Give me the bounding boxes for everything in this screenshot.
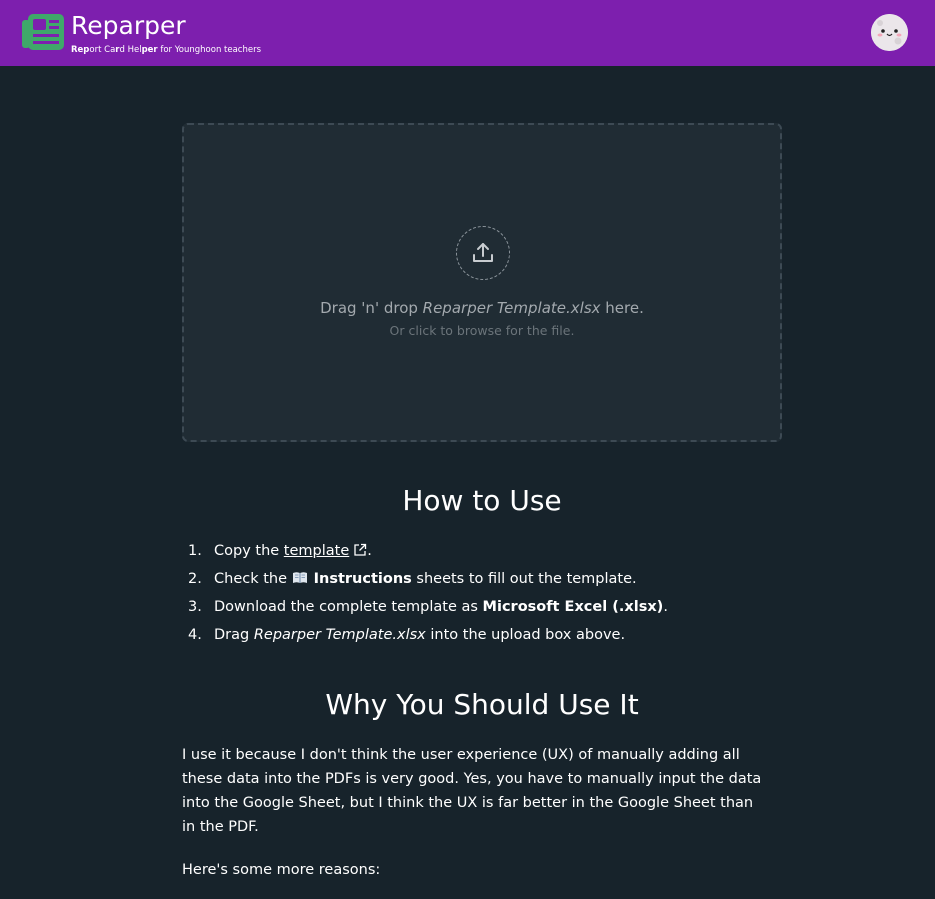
kawaii-face-avatar-icon[interactable] xyxy=(871,14,908,51)
step-text: Copy the xyxy=(214,543,284,559)
template-link-label[interactable]: template xyxy=(284,543,349,559)
step-text: Download the complete template as xyxy=(214,599,483,615)
step-text: Check the xyxy=(214,571,292,587)
reasons-intro: Here's some more reasons: xyxy=(182,862,381,878)
step-text-end: into the upload box above. xyxy=(425,627,626,643)
step-item: 4. Drag Reparper Template.xlsx into the u… xyxy=(182,624,782,652)
template-filename: Reparper Template.xlsx xyxy=(253,627,426,643)
how-to-use-heading: How to Use xyxy=(402,484,562,517)
dropzone-hint: Or click to browse for the file. xyxy=(389,323,575,338)
step-number: 4. xyxy=(188,627,202,643)
brand-subtitle: Report Card Helper for Younghoon teacher… xyxy=(71,44,261,56)
excel-format-label: Microsoft Excel (.xlsx) xyxy=(482,599,664,615)
dropzone-text-before: Drag 'n' drop xyxy=(320,299,423,317)
why-heading: Why You Should Use It xyxy=(325,688,639,721)
step-text-end: sheets to fill out the template. xyxy=(411,571,637,587)
step-text: Drag xyxy=(214,627,254,643)
brand-subtitle-part: for Younghoon teachers xyxy=(157,45,262,55)
external-link-icon[interactable] xyxy=(353,543,367,557)
brand-subtitle-part: per xyxy=(141,45,158,55)
brand-title[interactable]: Reparper xyxy=(71,9,186,43)
file-dropzone[interactable]: Drag 'n' drop Reparper Template.xlsx her… xyxy=(182,123,782,442)
template-link[interactable]: template xyxy=(284,543,367,559)
dropzone-filename: Reparper Template.xlsx xyxy=(422,299,601,317)
brand-subtitle-part: d Hel xyxy=(119,45,142,55)
step-number: 2. xyxy=(188,571,202,587)
step-text-end: . xyxy=(367,543,372,559)
upload-icon xyxy=(456,226,510,280)
step-number: 1. xyxy=(188,543,202,559)
dropzone-prompt: Drag 'n' drop Reparper Template.xlsx her… xyxy=(184,298,780,318)
steps-list: 1. Copy the template. 2. Check the Instruc… xyxy=(182,540,782,652)
app-header: Reparper Report Card Helper for Younghoo… xyxy=(0,0,935,66)
step-item: 2. Check the Instructions sheets to fill … xyxy=(182,568,782,596)
newspaper-logo-icon[interactable] xyxy=(22,14,64,50)
step-text-end: . xyxy=(663,599,668,615)
step-item: 3. Download the complete template as Micr… xyxy=(182,596,782,624)
dropzone-text-after: here. xyxy=(600,299,644,317)
open-book-icon xyxy=(292,572,307,583)
brand-subtitle-part: Rep xyxy=(71,45,90,55)
brand-subtitle-part: ort Ca xyxy=(89,45,116,55)
why-paragraph: I use it because I don't think the user … xyxy=(182,747,762,835)
instructions-label: Instructions xyxy=(313,571,412,587)
step-number: 3. xyxy=(188,599,202,615)
step-item: 1. Copy the template. xyxy=(182,540,782,568)
